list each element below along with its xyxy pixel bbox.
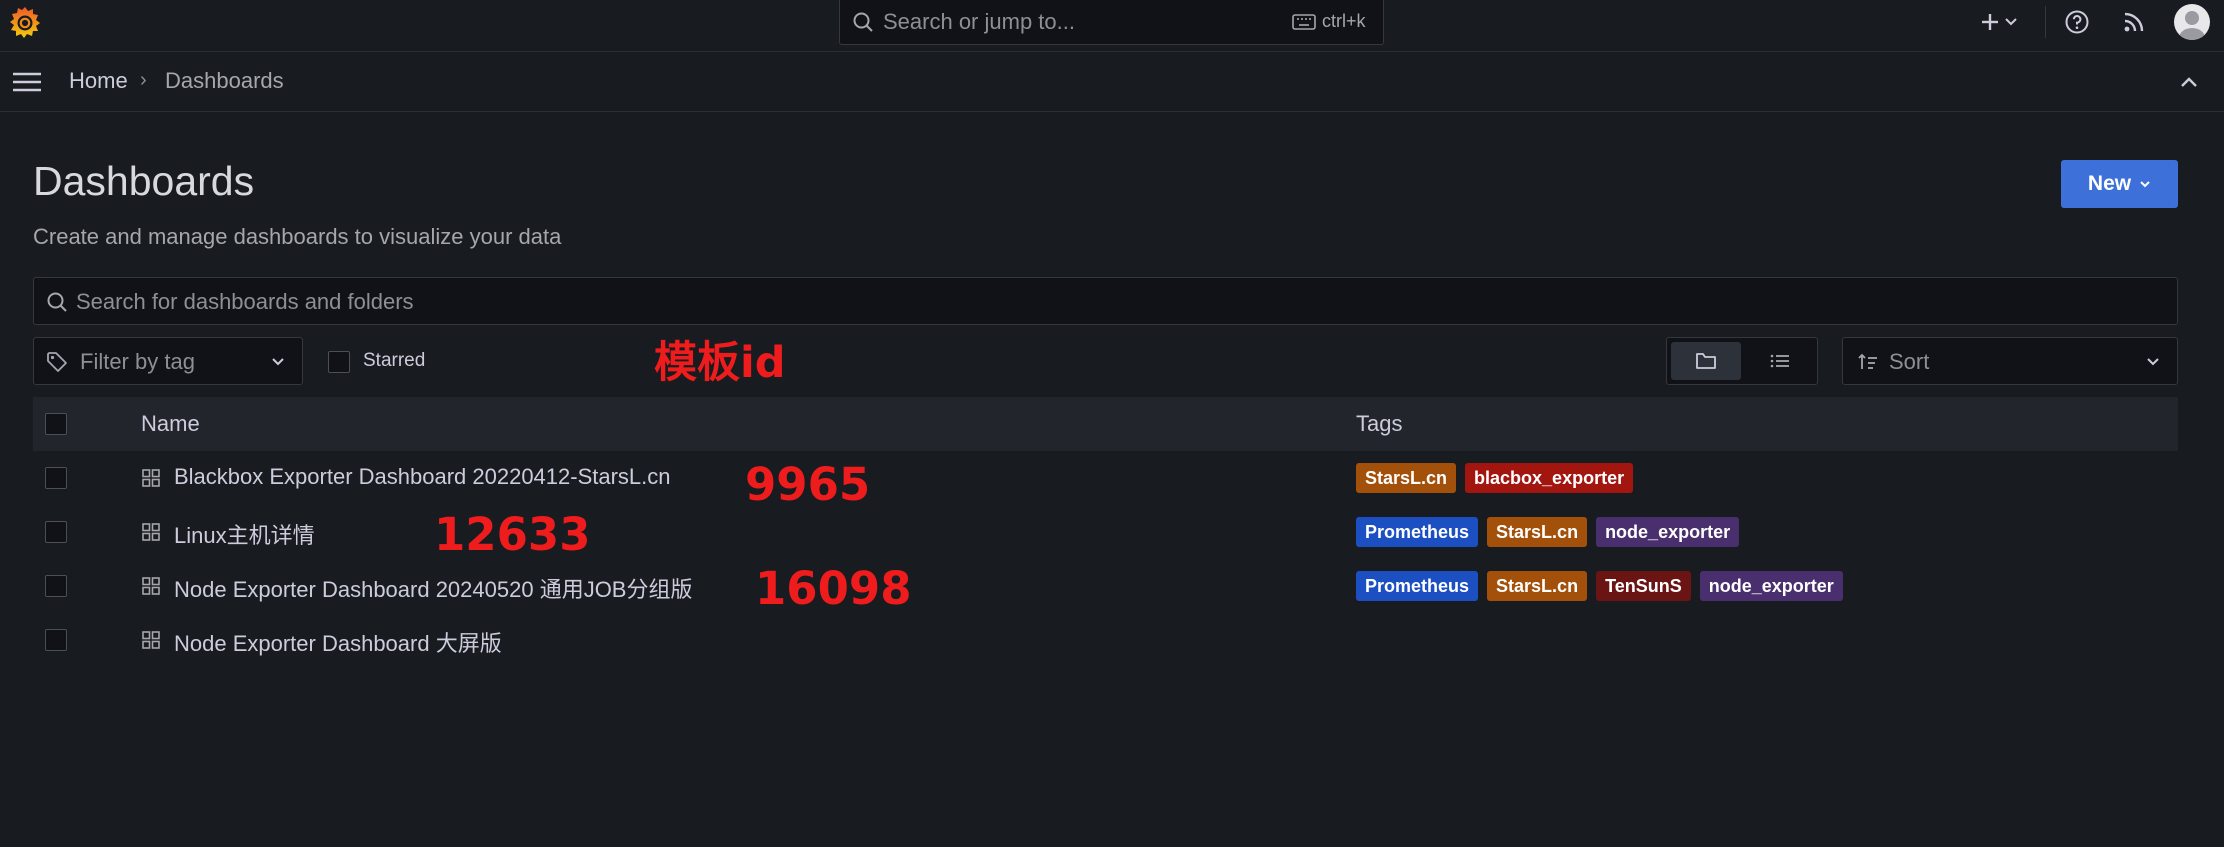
- tag-badge[interactable]: StarsL.cn: [1487, 517, 1588, 547]
- row-checkbox[interactable]: [45, 521, 67, 543]
- dashboard-name-link[interactable]: Node Exporter Dashboard 大屏版: [174, 626, 502, 658]
- tag-badge[interactable]: Prometheus: [1356, 571, 1479, 601]
- folder-view-button[interactable]: [1671, 342, 1741, 380]
- chevron-down-icon: [2147, 358, 2159, 366]
- user-avatar[interactable]: [2174, 4, 2210, 40]
- tag-icon: [47, 352, 67, 372]
- annotation-id: 16098: [755, 562, 912, 615]
- sort-icon: [1858, 353, 1877, 369]
- annotation-id: 9965: [745, 458, 871, 511]
- tag-badge[interactable]: StarsL.cn: [1356, 463, 1457, 493]
- topbar-divider: [2045, 6, 2046, 38]
- tag-filter-placeholder: Filter by tag: [80, 349, 195, 374]
- breadcrumb-home[interactable]: Home: [69, 68, 128, 94]
- chevron-up-icon[interactable]: [2178, 72, 2200, 92]
- help-icon[interactable]: [2064, 9, 2090, 35]
- page-title: Dashboards: [33, 158, 255, 204]
- dashboard-search-input[interactable]: Search for dashboards and folders: [33, 277, 2178, 325]
- tag-badge[interactable]: TenSunS: [1596, 571, 1691, 601]
- breadcrumb-current: Dashboards: [165, 68, 284, 93]
- user-silhouette-icon: [2179, 11, 2205, 40]
- dashboard-search-placeholder: Search for dashboards and folders: [76, 289, 414, 314]
- annotation-id: 12633: [434, 508, 591, 561]
- chevron-down-icon: [272, 358, 284, 366]
- list-view-button[interactable]: [1745, 342, 1815, 380]
- tag-badge[interactable]: blacbox_exporter: [1465, 463, 1634, 493]
- tag-badge[interactable]: StarsL.cn: [1487, 571, 1588, 601]
- annotation-title: 模板id: [654, 338, 786, 388]
- dashboard-grid-icon: [142, 469, 160, 487]
- view-toggle: [1666, 337, 1818, 385]
- dashboard-name-link[interactable]: Blackbox Exporter Dashboard 20220412-Sta…: [174, 464, 671, 490]
- dashboard-name-link[interactable]: Node Exporter Dashboard 20240520 通用JOB分组…: [174, 572, 692, 604]
- tag-badge[interactable]: node_exporter: [1596, 517, 1740, 547]
- column-header-name: Name: [141, 411, 200, 436]
- breadcrumb-bar: [0, 52, 2224, 112]
- menu-icon[interactable]: [12, 70, 42, 94]
- tag-filter-select[interactable]: Filter by tag: [33, 337, 303, 385]
- table-row[interactable]: Blackbox Exporter Dashboard 20220412-Sta…: [33, 451, 2178, 505]
- tag-badge[interactable]: node_exporter: [1699, 571, 1843, 601]
- column-header-tags: Tags: [1356, 411, 1403, 436]
- search-jump-placeholder: Search or jump to...: [883, 9, 1075, 34]
- news-rss-icon[interactable]: [2122, 10, 2146, 34]
- starred-checkbox[interactable]: [328, 351, 350, 373]
- row-tags: Prometheus StarsL.cn node_exporter: [1356, 517, 1740, 547]
- search-jump-input[interactable]: Search or jump to... ctrl+k: [839, 0, 1384, 45]
- row-tags: StarsL.cn blacbox_exporter: [1356, 463, 1634, 493]
- select-all-checkbox[interactable]: [45, 413, 67, 435]
- search-icon: [853, 12, 873, 32]
- grafana-logo-icon[interactable]: [8, 5, 42, 39]
- row-checkbox[interactable]: [45, 467, 67, 489]
- table-row[interactable]: Node Exporter Dashboard 20240520 通用JOB分组…: [33, 559, 2178, 613]
- search-icon: [47, 292, 67, 312]
- table-header: Name Tags: [33, 397, 2178, 451]
- add-new-button[interactable]: [1976, 8, 2024, 36]
- dashboard-grid-icon: [142, 577, 160, 595]
- list-icon: [1770, 354, 1789, 368]
- shortcut-hint: ctrl+k: [1322, 11, 1366, 31]
- page-subtitle: Create and manage dashboards to visualiz…: [33, 224, 562, 249]
- breadcrumb-separator: ›: [140, 69, 147, 91]
- new-button-label: New: [2087, 172, 2132, 195]
- dashboard-name-link[interactable]: Linux主机详情: [174, 518, 315, 550]
- keyboard-icon: [1292, 14, 1316, 30]
- sort-select[interactable]: Sort: [1842, 337, 2178, 385]
- dashboard-grid-icon: [142, 523, 160, 541]
- table-row[interactable]: Node Exporter Dashboard 大屏版: [33, 613, 2178, 667]
- chevron-down-icon: [2140, 181, 2150, 188]
- tag-badge[interactable]: Prometheus: [1356, 517, 1479, 547]
- table-row[interactable]: Linux主机详情 Prometheus StarsL.cn node_expo…: [33, 505, 2178, 559]
- new-button[interactable]: New: [2061, 160, 2178, 208]
- folder-icon: [1696, 353, 1716, 369]
- row-tags: Prometheus StarsL.cn TenSunS node_export…: [1356, 571, 1843, 601]
- dashboard-grid-icon: [142, 631, 160, 649]
- row-checkbox[interactable]: [45, 575, 67, 597]
- sort-placeholder: Sort: [1889, 349, 1930, 374]
- row-checkbox[interactable]: [45, 629, 67, 651]
- starred-label: Starred: [363, 350, 426, 371]
